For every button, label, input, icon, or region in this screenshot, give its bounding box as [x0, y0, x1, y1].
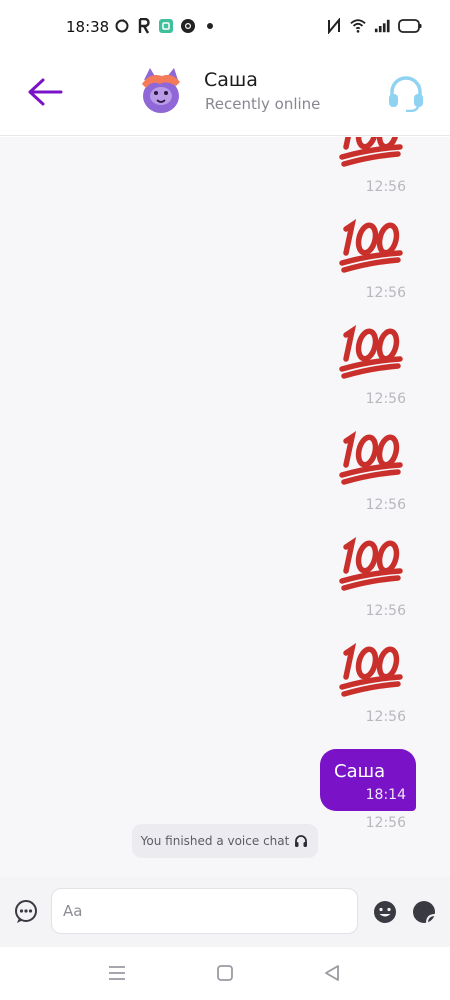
hundred-points-icon	[339, 218, 403, 273]
hundred-points-icon	[339, 324, 403, 379]
composer	[0, 877, 450, 947]
chat-header: Саша Recently online	[0, 56, 450, 136]
back-nav-button[interactable]	[320, 961, 344, 985]
arrow-left-icon	[28, 78, 63, 106]
system-note: You finished a voice chat	[132, 824, 318, 858]
wifi-icon	[350, 18, 366, 34]
emoji-message[interactable]	[336, 319, 406, 379]
chrome-icon	[180, 18, 196, 34]
emoji-message[interactable]	[336, 213, 406, 273]
chat-bubble-icon	[15, 900, 37, 923]
message-time: 12:56	[365, 285, 406, 301]
message-time: 12:56	[365, 709, 406, 725]
message-input[interactable]	[52, 889, 357, 933]
system-note-text: You finished a voice chat	[140, 834, 290, 848]
message-time: 12:56	[365, 497, 406, 513]
triangle-back-icon	[325, 965, 339, 981]
app-icon	[158, 18, 174, 34]
headphones-icon	[389, 76, 423, 112]
sticker-button[interactable]	[411, 899, 437, 925]
p-icon	[136, 18, 152, 34]
sticker-icon	[413, 901, 435, 923]
battery-icon	[398, 18, 422, 34]
emoji-message[interactable]	[336, 137, 406, 167]
message-time: 12:56	[365, 815, 406, 831]
message-time: 12:56	[365, 179, 406, 195]
dot-icon	[202, 18, 218, 34]
message-text: Саша	[334, 761, 386, 782]
status-bar: 18:38	[0, 0, 450, 56]
back-button[interactable]	[22, 72, 68, 112]
nfc-icon	[326, 18, 342, 34]
smiley-icon	[374, 901, 396, 923]
contact-name[interactable]: Саша	[204, 69, 258, 91]
emoji-message[interactable]	[336, 637, 406, 697]
hundred-points-icon	[339, 137, 403, 167]
status-time: 18:38	[66, 18, 110, 36]
hundred-points-icon	[339, 430, 403, 485]
voice-chat-button[interactable]	[384, 70, 428, 114]
hundred-points-icon	[339, 536, 403, 591]
square-icon	[217, 965, 233, 981]
system-nav-bar	[0, 947, 450, 1000]
emoji-button[interactable]	[372, 899, 398, 925]
message-input-box[interactable]	[51, 888, 358, 934]
signal-icon	[374, 18, 390, 34]
hundred-points-icon	[339, 642, 403, 697]
message-bubble[interactable]: Саша 18:14	[320, 749, 416, 811]
status-icons-left	[114, 18, 218, 34]
message-time: 12:56	[365, 603, 406, 619]
message-time: 18:14	[365, 787, 406, 803]
contact-status: Recently online	[205, 95, 321, 113]
chat-options-button[interactable]	[13, 899, 39, 925]
menu-button[interactable]	[105, 961, 129, 985]
avatar[interactable]	[136, 66, 186, 116]
message-list[interactable]: 12:56 12:56 12:56 12:56 12:56 12:56 12:56 Саша…	[0, 137, 450, 877]
home-button[interactable]	[213, 961, 237, 985]
message-time: 12:56	[365, 391, 406, 407]
status-icons-right	[326, 18, 422, 34]
emoji-message[interactable]	[336, 531, 406, 591]
sync-icon	[114, 18, 130, 34]
headphones-icon	[295, 835, 308, 847]
emoji-message[interactable]	[336, 425, 406, 485]
menu-icon	[109, 966, 125, 980]
